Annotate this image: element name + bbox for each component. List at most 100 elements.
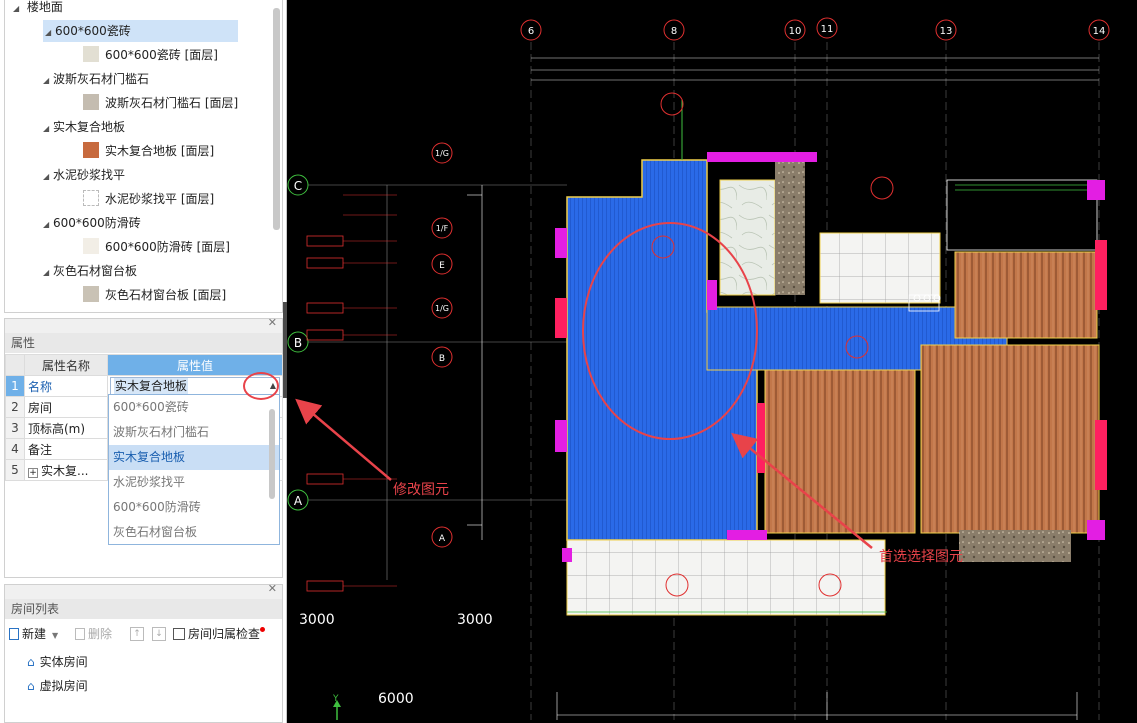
splitter-handle[interactable]	[283, 302, 287, 398]
collapse-arrow-icon[interactable]: ◢	[43, 166, 53, 188]
collapse-arrow-icon[interactable]: ◢	[43, 70, 53, 92]
tree-leaf-label: 水泥砂浆找平 [面层]	[105, 192, 215, 206]
axis-label-left: B	[439, 354, 445, 364]
arrow-down-icon: ↓	[152, 627, 166, 641]
tree-group[interactable]: ◢ 灰色石材窗台板	[43, 260, 137, 282]
list-item-entity-room[interactable]: ⌂ 实体房间	[27, 653, 88, 670]
dropdown-scrollbar[interactable]	[269, 409, 275, 499]
tree-scrollbar[interactable]	[273, 8, 280, 230]
tree-group[interactable]: ◢ 实木复合地板	[43, 116, 125, 138]
cad-canvas[interactable]: 6 8 10 11 13 14 1/G 1/F E 1/G B A C B A	[287, 0, 1137, 723]
new-button-label: 新建	[22, 627, 47, 641]
floor-plan-drawing[interactable]: 6 8 10 11 13 14 1/G 1/F E 1/G B A C B A	[287, 0, 1137, 723]
tree-group-label: 600*600防滑砖	[53, 216, 141, 230]
ucs-icon: Y	[332, 694, 341, 720]
list-item-virtual-room[interactable]: ⌂ 虚拟房间	[27, 677, 88, 694]
prop-name-expandable[interactable]: + 实木复...	[24, 459, 108, 481]
room-check-toggle[interactable]: 房间归属检查	[173, 625, 266, 642]
properties-header-bar: ✕	[5, 316, 282, 333]
column-header-name: 属性名称	[24, 354, 108, 376]
wood-floor-bedroom-2[interactable]	[920, 344, 1100, 534]
new-file-icon	[9, 628, 19, 640]
floor-plan[interactable]	[555, 92, 1107, 720]
balcony-tile[interactable]	[566, 539, 886, 616]
collapse-arrow-icon[interactable]: ◢	[43, 118, 53, 140]
room-list-title: 房间列表	[5, 599, 282, 619]
bathroom-marble[interactable]	[719, 179, 776, 296]
axis-label-top: 14	[1093, 26, 1106, 37]
move-up-button[interactable]: ↑	[130, 625, 144, 641]
axis-label-left: 1/F	[436, 224, 449, 233]
dropdown-option[interactable]: 600*600防滑砖	[109, 495, 279, 520]
tree-leaf[interactable]: 水泥砂浆找平 [面层]	[83, 188, 214, 210]
tree-group-label: 波斯灰石材门槛石	[53, 72, 150, 86]
row-number: 5	[5, 459, 25, 481]
tree-root[interactable]: ◢ 楼地面	[13, 0, 63, 18]
tree-leaf-label: 灰色石材窗台板 [面层]	[105, 288, 227, 302]
house-icon: ⌂	[27, 679, 35, 693]
house-icon: ⌂	[27, 655, 35, 669]
collapse-arrow-icon[interactable]: ◢	[43, 214, 53, 236]
caret-down-icon[interactable]: ▼	[52, 631, 58, 640]
properties-title: 属性	[5, 333, 282, 353]
expand-plus-icon[interactable]: +	[28, 467, 38, 478]
grid-row-label: A	[294, 494, 303, 508]
left-panel: ◢ 楼地面 ◢ 600*600瓷砖 600*600瓷砖 [面层] ◢ 波斯灰石材门槛…	[0, 0, 287, 723]
room-check-checkbox[interactable]	[173, 628, 185, 640]
name-dropdown-list: 600*600瓷砖 波斯灰石材门槛石 实木复合地板 水泥砂浆找平 600*600…	[108, 394, 280, 545]
dropdown-option[interactable]: 水泥砂浆找平	[109, 470, 279, 495]
wood-floor-bedroom-1[interactable]	[764, 369, 916, 534]
axis-label-top: 13	[940, 26, 953, 37]
close-icon[interactable]: ✕	[268, 316, 277, 329]
material-tree: ◢ 楼地面 ◢ 600*600瓷砖 600*600瓷砖 [面层] ◢ 波斯灰石材门槛…	[4, 0, 283, 313]
prop-name: 备注	[24, 438, 108, 460]
new-button[interactable]: 新建 ▼	[9, 625, 58, 642]
material-swatch	[83, 238, 99, 254]
wood-floor-bedroom-3[interactable]	[954, 251, 1098, 339]
annotation-modify-text: 修改图元	[393, 482, 449, 498]
tree-leaf[interactable]: 600*600瓷砖 [面层]	[83, 44, 218, 66]
tree-group[interactable]: ◢ 600*600防滑砖	[43, 212, 141, 234]
tree-group[interactable]: ◢ 波斯灰石材门槛石	[43, 68, 149, 90]
dimension-label: 3000	[299, 612, 335, 628]
kitchen-tile[interactable]	[819, 232, 941, 304]
material-swatch	[83, 286, 99, 302]
grid-row-label: B	[294, 336, 302, 350]
delete-button[interactable]: 删除	[75, 625, 112, 642]
dropdown-option[interactable]: 波斯灰石材门槛石	[109, 420, 279, 445]
dimension-label: 3000	[457, 612, 493, 628]
tree-leaf[interactable]: 实木复合地板 [面层]	[83, 140, 214, 162]
material-swatch	[83, 142, 99, 158]
list-item-label: 虚拟房间	[39, 679, 88, 693]
left-annotation-group: 1/G 1/F E 1/G B A C B A	[287, 142, 567, 592]
tree-leaf-label: 波斯灰石材门槛石 [面层]	[105, 96, 239, 110]
move-down-button[interactable]: ↓	[152, 625, 166, 641]
axis-label-left: 1/G	[435, 304, 449, 313]
alert-dot-icon	[260, 627, 266, 632]
collapse-arrow-icon[interactable]: ◢	[43, 262, 53, 284]
axis-label-left: 1/G	[435, 149, 449, 158]
collapse-arrow-icon[interactable]: ◢	[13, 0, 23, 20]
dropdown-option-selected[interactable]: 实木复合地板	[109, 445, 279, 470]
table-corner	[5, 354, 25, 376]
annotation-select-text: 首选选择图元	[879, 549, 963, 565]
prop-name: 房间	[24, 396, 108, 418]
tree-group[interactable]: ◢ 水泥砂浆找平	[43, 164, 125, 186]
collapse-arrow-icon[interactable]: ◢	[45, 22, 55, 44]
axis-label-top: 11	[821, 24, 834, 35]
tree-leaf[interactable]: 灰色石材窗台板 [面层]	[83, 284, 226, 306]
prop-name: 名称	[24, 375, 108, 397]
tree-group[interactable]: ◢ 600*600瓷砖	[43, 20, 238, 42]
prop-name: 实木复...	[41, 463, 89, 478]
close-icon[interactable]: ✕	[268, 582, 277, 595]
dropdown-option[interactable]: 灰色石材窗台板	[109, 520, 279, 545]
tree-root-label: 楼地面	[26, 0, 63, 14]
name-select-value: 实木复合地板	[114, 378, 189, 394]
tree-leaf[interactable]: 波斯灰石材门槛石 [面层]	[83, 92, 238, 114]
tree-group-label: 灰色石材窗台板	[53, 264, 138, 278]
tree-leaf[interactable]: 600*600防滑砖 [面层]	[83, 236, 230, 258]
room-check-label: 房间归属检查	[188, 627, 261, 641]
grid-row-label: C	[294, 179, 302, 193]
room-list-panel: ✕ 房间列表 新建 ▼ 删除 ↑ ↓ 房间归属检查 ⌂ 实体房间 ⌂ 虚拟房间	[4, 582, 283, 723]
axis-label-left: A	[439, 534, 446, 544]
